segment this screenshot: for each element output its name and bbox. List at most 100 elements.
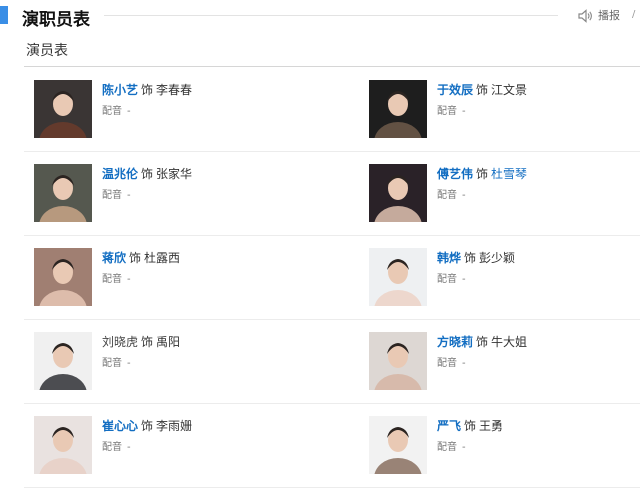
role-name: 彭少颖 [479, 251, 516, 265]
actor-role-line: 蒋欣饰杜露西 [102, 250, 180, 267]
role-name[interactable]: 杜雪琴 [491, 167, 527, 181]
cast-card: 蒋欣饰杜露西 配音 - [34, 248, 294, 308]
dubbing-value: - [462, 190, 466, 201]
dubbing-label: 配音 [437, 274, 457, 285]
section-header: 演职员表 播报 / [0, 0, 640, 32]
cast-card: 崔心心饰李雨姗 配音 - [34, 416, 294, 476]
dubbing-label: 配音 [437, 442, 457, 453]
cast-row: 崔心心饰李雨姗 配音 - 严飞饰王勇 配音 - [24, 404, 640, 488]
dubbing-label: 配音 [437, 358, 457, 369]
actor-role-line: 方晓莉饰牛大姐 [437, 334, 527, 351]
role-connector: 饰 [476, 167, 489, 181]
dubbing-line: 配音 - [102, 354, 180, 369]
actor-photo[interactable] [369, 332, 427, 390]
dubbing-value: - [462, 358, 466, 369]
cast-card: 严飞饰王勇配音 - [369, 416, 629, 476]
dubbing-label: 配音 [102, 274, 122, 285]
cast-info: 方晓莉饰牛大姐 配音 - [437, 334, 527, 369]
actor-role-line: 傅艺伟饰杜雪琴 [437, 166, 527, 183]
dubbing-line: 配音 - [437, 102, 527, 117]
play-button[interactable]: 播报 [577, 7, 620, 23]
cast-info: 刘晓虎饰禹阳 配音 - [102, 334, 180, 369]
cast-card: 刘晓虎饰禹阳 配音 - [34, 332, 294, 392]
actor-name[interactable]: 方晓莉 [437, 335, 473, 349]
role-connector: 饰 [464, 251, 477, 265]
section-title: 演职员表 [22, 10, 90, 30]
cast-card: 方晓莉饰牛大姐 配音 - [369, 332, 629, 392]
actor-role-line: 陈小艺饰李春春 [102, 82, 192, 99]
actor-photo[interactable] [369, 248, 427, 306]
role-name: 李春春 [156, 83, 193, 97]
cast-card: 韩烨饰彭少颖配音 - [369, 248, 629, 308]
actor-photo[interactable] [34, 80, 92, 138]
role-name: 王勇 [479, 419, 504, 433]
cast-info: 温兆伦饰张家华 配音 - [102, 166, 192, 201]
actor-role-line: 于效辰饰江文景 [437, 82, 527, 99]
dubbing-label: 配音 [437, 190, 457, 201]
role-connector: 饰 [141, 167, 154, 181]
actor-name[interactable]: 陈小艺 [102, 83, 138, 97]
speaker-icon [577, 8, 593, 23]
actor-photo[interactable] [34, 332, 92, 390]
play-label: 播报 [598, 9, 620, 22]
dubbing-line: 配音 - [102, 102, 192, 117]
dubbing-label: 配音 [102, 106, 122, 117]
dubbing-value: - [127, 442, 131, 453]
actor-name[interactable]: 傅艺伟 [437, 167, 473, 181]
cast-row: 刘晓虎饰禹阳 配音 - 方晓莉饰牛大姐 配音 - [24, 320, 640, 404]
role-connector: 饰 [141, 335, 154, 349]
dubbing-label: 配音 [437, 106, 457, 117]
role-connector: 饰 [476, 335, 489, 349]
actor-name[interactable]: 温兆伦 [102, 167, 138, 181]
cast-row: 蒋欣饰杜露西 配音 - 韩烨饰彭少颖 配音 - [24, 236, 640, 320]
edge-mark: / [632, 9, 636, 20]
role-name: 张家华 [156, 167, 193, 181]
role-name: 杜露西 [144, 251, 181, 265]
cast-info: 韩烨饰彭少颖配音 - [437, 250, 515, 285]
subtitle-divider [24, 66, 640, 67]
dubbing-line: 配音 - [437, 438, 503, 453]
cast-info: 傅艺伟饰杜雪琴 配音 - [437, 166, 527, 201]
actor-name[interactable]: 崔心心 [102, 419, 138, 433]
cast-row: 陈小艺饰李春春 配音 - 于效辰饰江文景 配音 - [24, 68, 640, 152]
actor-photo[interactable] [34, 248, 92, 306]
role-connector: 饰 [141, 419, 154, 433]
section-accent-bar [0, 6, 8, 24]
dubbing-value: - [127, 106, 131, 117]
actor-role-line: 崔心心饰李雨姗 [102, 418, 192, 435]
actor-name[interactable]: 韩烨 [437, 251, 461, 265]
cast-card: 温兆伦饰张家华 配音 - [34, 164, 294, 224]
cast-list-title: 演员表 [26, 43, 68, 59]
cast-card: 陈小艺饰李春春 配音 - [34, 80, 294, 140]
cast-info: 严飞饰王勇配音 - [437, 418, 503, 453]
header-divider [104, 15, 558, 16]
dubbing-line: 配音 - [102, 438, 192, 453]
actor-role-line: 刘晓虎饰禹阳 [102, 334, 180, 351]
actor-role-line: 严飞饰王勇 [437, 418, 503, 435]
actor-photo[interactable] [369, 164, 427, 222]
actor-photo[interactable] [369, 416, 427, 474]
actor-photo[interactable] [34, 164, 92, 222]
dubbing-line: 配音 - [102, 186, 192, 201]
dubbing-line: 配音 - [437, 354, 527, 369]
cast-info: 陈小艺饰李春春 配音 - [102, 82, 192, 117]
dubbing-line: 配音 - [437, 186, 527, 201]
actor-role-line: 温兆伦饰张家华 [102, 166, 192, 183]
actor-photo[interactable] [369, 80, 427, 138]
cast-card: 傅艺伟饰杜雪琴 配音 - [369, 164, 629, 224]
dubbing-value: - [462, 106, 466, 117]
role-connector: 饰 [141, 83, 154, 97]
actor-name[interactable]: 于效辰 [437, 83, 473, 97]
dubbing-label: 配音 [102, 190, 122, 201]
dubbing-label: 配音 [102, 442, 122, 453]
dubbing-value: - [462, 274, 466, 285]
cast-info: 于效辰饰江文景 配音 - [437, 82, 527, 117]
actor-name[interactable]: 严飞 [437, 419, 461, 433]
actor-name[interactable]: 蒋欣 [102, 251, 126, 265]
cast-row: 温兆伦饰张家华 配音 - 傅艺伟饰杜雪琴 配音 - [24, 152, 640, 236]
dubbing-value: - [127, 190, 131, 201]
actor-photo[interactable] [34, 416, 92, 474]
role-name: 牛大姐 [491, 335, 528, 349]
cast-card: 于效辰饰江文景 配音 - [369, 80, 629, 140]
dubbing-value: - [127, 358, 131, 369]
